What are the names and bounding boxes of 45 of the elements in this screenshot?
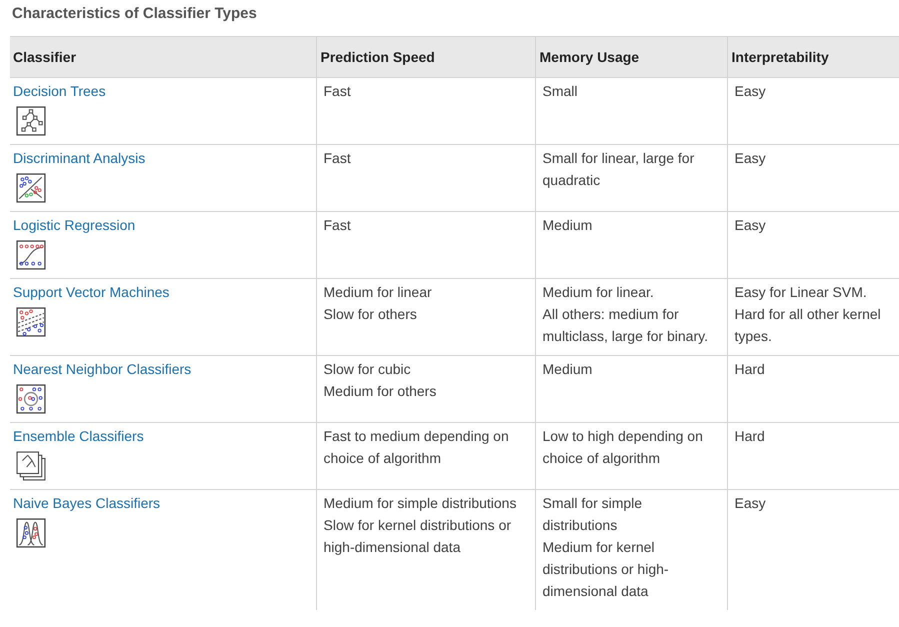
cell-text: Fast xyxy=(324,82,352,101)
tree-diagram-icon xyxy=(16,106,46,136)
cell-text: Small for linear, large for quadratic xyxy=(542,149,696,190)
cell-text: Small xyxy=(542,82,579,101)
column-header: Interpretability xyxy=(727,36,899,78)
scatter-boundary-icon xyxy=(16,173,46,203)
cell-text: Easy xyxy=(734,494,767,513)
cell-text: Hard xyxy=(734,360,766,379)
cell-text: Small for simple distributions xyxy=(542,494,644,535)
column-header: Prediction Speed xyxy=(316,36,535,78)
cell-text: Hard xyxy=(734,427,766,446)
margin-lines-icon xyxy=(16,307,46,337)
cell-text: Easy xyxy=(734,149,767,168)
cell-text: Hard for all other kernel types. xyxy=(734,305,882,346)
column-header: Memory Usage xyxy=(535,36,727,78)
cell-text: Easy xyxy=(734,216,767,235)
cell-text: Slow for kernel distributions or high-dimensional data xyxy=(324,516,512,557)
classifier-link[interactable]: Support Vector Machines xyxy=(13,281,170,303)
table-title: Characteristics of Classifier Types xyxy=(12,4,258,24)
cell-text: All others: medium for multiclass, large for binary. xyxy=(542,305,709,346)
cell-text: Slow for cubic xyxy=(324,360,412,379)
classifier-link[interactable]: Nearest Neighbor Classifiers xyxy=(13,358,192,380)
classifier-link[interactable]: Decision Trees xyxy=(13,80,106,102)
cell-text: Low to high depending on choice of algorithm xyxy=(542,427,704,468)
classifier-link[interactable]: Discriminant Analysis xyxy=(13,147,146,169)
cell-text: Medium xyxy=(542,216,594,235)
cell-text: Fast xyxy=(324,216,352,235)
cell-text: Medium for kernel distributions or high-dimensional data xyxy=(542,538,670,601)
cell-text: Slow for others xyxy=(324,305,418,324)
column-header: Classifier xyxy=(10,36,316,78)
classifier-link[interactable]: Ensemble Classifiers xyxy=(13,425,144,447)
stacked-trees-icon xyxy=(16,451,46,481)
cell-text: Medium for others xyxy=(324,382,438,401)
classifier-link[interactable]: Naive Bayes Classifiers xyxy=(13,492,160,514)
cell-text: Fast to medium depending on choice of algorithm xyxy=(324,427,510,468)
sigmoid-curve-icon xyxy=(16,240,46,270)
cell-text: Fast xyxy=(324,149,352,168)
cell-text: Easy for Linear SVM. xyxy=(734,283,868,302)
cell-text: Medium for linear. xyxy=(542,283,655,302)
cell-text: Medium for simple distributions xyxy=(324,494,518,513)
cell-text: Medium xyxy=(542,360,594,379)
classifier-link[interactable]: Logistic Regression xyxy=(13,214,136,236)
cell-text: Medium for linear xyxy=(324,283,433,302)
cell-text: Easy xyxy=(734,82,767,101)
bell-curves-icon xyxy=(16,518,46,548)
